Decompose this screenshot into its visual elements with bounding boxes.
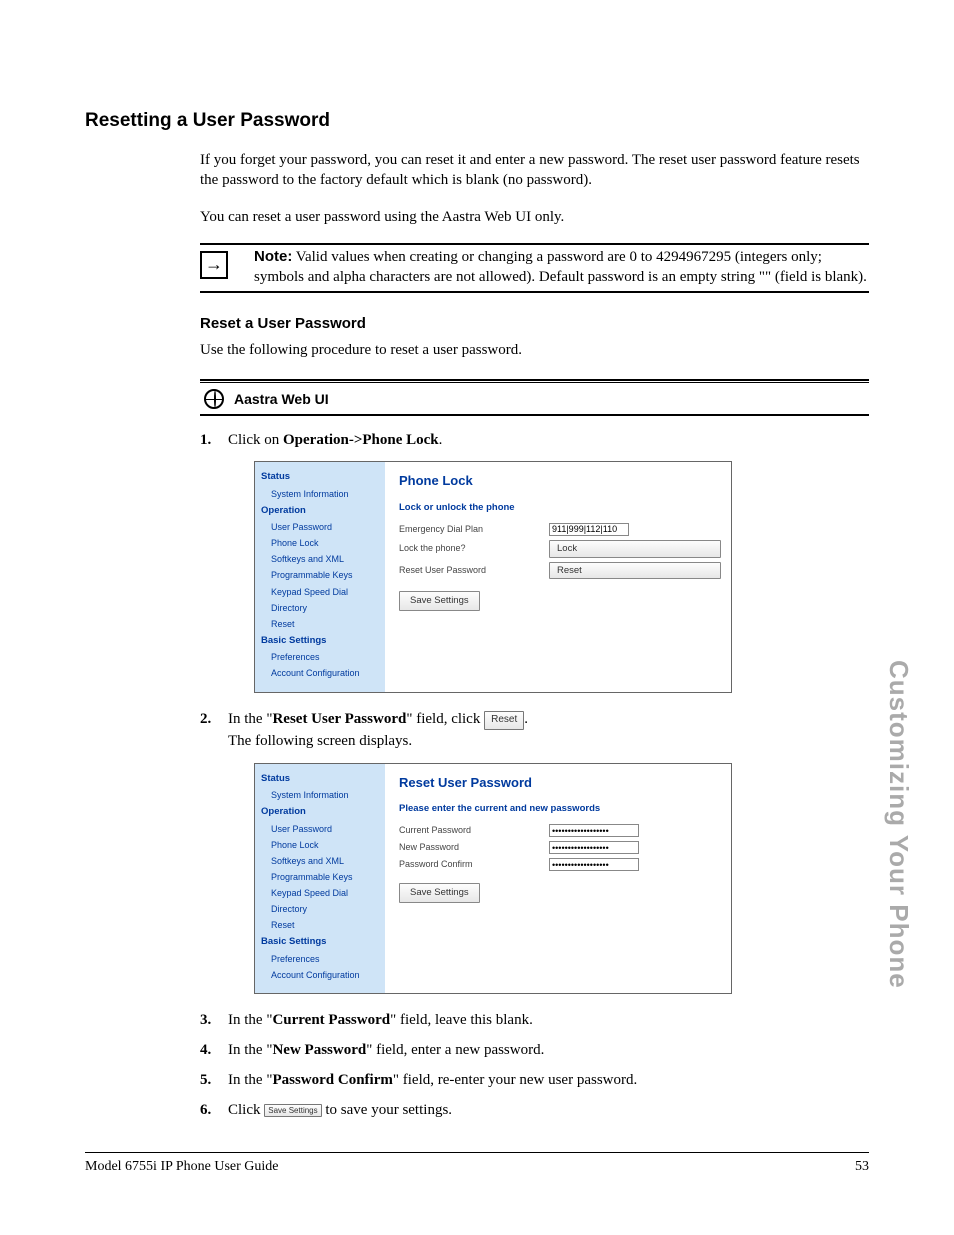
screenshot-phone-lock: Status System Information Operation User… [254,461,732,693]
screenshot-nav: Status System Information Operation User… [255,462,385,692]
step-3: In the "Current Password" field, leave t… [200,1010,869,1032]
step-text: . [524,711,528,727]
nav-account-configuration[interactable]: Account Configuration [261,666,381,682]
intro-paragraph-2: You can reset a user password using the … [200,207,869,227]
nav-user-password[interactable]: User Password [261,520,381,536]
step-1: Click on Operation->Phone Lock. Status S… [200,430,869,694]
section-bar-label: Aastra Web UI [234,391,329,407]
note-rule-top [200,243,869,245]
note-block: → Note: Valid values when creating or ch… [200,247,869,288]
nav-operation-header[interactable]: Operation [261,502,381,520]
section-bar: Aastra Web UI [200,379,869,416]
current-password-input[interactable] [549,824,639,837]
panel-title: Phone Lock [399,472,721,491]
save-settings-button[interactable]: Save Settings [399,591,480,611]
step-text: . [439,432,443,448]
nav-basic-settings-header[interactable]: Basic Settings [261,632,381,650]
body-content: If you forget your password, you can res… [200,150,869,1121]
emergency-dial-plan-label: Emergency Dial Plan [399,523,549,536]
page-footer: Model 6755i IP Phone User Guide 53 [85,1152,869,1175]
nav-phone-lock[interactable]: Phone Lock [261,837,381,853]
screenshot-reset-password: Status System Information Operation User… [254,763,732,995]
footer-page-number: 53 [855,1159,869,1175]
screenshot-nav: Status System Information Operation User… [255,764,385,994]
step-bold: Reset User Password [272,711,406,727]
lock-button[interactable]: Lock [549,540,721,558]
inline-reset-button[interactable]: Reset [484,711,524,730]
nav-operation-header[interactable]: Operation [261,803,381,821]
nav-reset[interactable]: Reset [261,616,381,632]
nav-preferences[interactable]: Preferences [261,650,381,666]
side-tab-label: Customizing Your Phone [883,660,914,989]
nav-directory[interactable]: Directory [261,901,381,917]
arrow-right-icon: → [200,251,228,279]
step-5: In the "Password Confirm" field, re-ente… [200,1070,869,1092]
new-password-label: New Password [399,841,549,854]
password-confirm-label: Password Confirm [399,858,549,871]
step-text: " field, leave this blank. [390,1012,533,1028]
footer-guide-title: Model 6755i IP Phone User Guide [85,1159,279,1175]
note-text: Note: Valid values when creating or chan… [254,247,869,288]
panel-subtitle: Please enter the current and new passwor… [399,802,721,816]
step-text: In the " [228,1072,272,1088]
step-4: In the "New Password" field, enter a new… [200,1040,869,1062]
step-bold: Current Password [272,1012,390,1028]
globe-icon [204,389,224,409]
current-password-label: Current Password [399,824,549,837]
nav-keypad-speed-dial[interactable]: Keypad Speed Dial [261,885,381,901]
step-text: In the " [228,1042,272,1058]
nav-account-configuration[interactable]: Account Configuration [261,967,381,983]
step-2: In the "Reset User Password" field, clic… [200,709,869,994]
note-rule-bottom [200,291,869,293]
subheading: Reset a User Password [200,315,869,332]
lock-phone-label: Lock the phone? [399,542,549,555]
page-heading: Resetting a User Password [85,110,869,132]
step-text: " field, re-enter your new user password… [393,1072,637,1088]
emergency-dial-plan-input[interactable] [549,523,629,536]
screenshot-main: Phone Lock Lock or unlock the phone Emer… [385,462,731,692]
note-label: Note: [254,248,292,265]
step-text: In the " [228,1012,272,1028]
step-text: The following screen displays. [228,733,412,749]
reset-button[interactable]: Reset [549,562,721,580]
subheading-paragraph: Use the following procedure to reset a u… [200,340,869,360]
nav-basic-settings-header[interactable]: Basic Settings [261,933,381,951]
step-text: In the " [228,711,272,727]
nav-programmable-keys[interactable]: Programmable Keys [261,568,381,584]
intro-paragraph-1: If you forget your password, you can res… [200,150,869,191]
inline-save-settings-button[interactable]: Save Settings [264,1104,321,1118]
nav-preferences[interactable]: Preferences [261,951,381,967]
note-body: Valid values when creating or changing a… [254,249,867,285]
nav-softkeys-xml[interactable]: Softkeys and XML [261,853,381,869]
save-settings-button[interactable]: Save Settings [399,883,480,903]
nav-status-header[interactable]: Status [261,770,381,788]
panel-title: Reset User Password [399,774,721,793]
step-bold: New Password [272,1042,366,1058]
nav-system-information[interactable]: System Information [261,486,381,502]
nav-programmable-keys[interactable]: Programmable Keys [261,869,381,885]
nav-user-password[interactable]: User Password [261,821,381,837]
step-text: Click [228,1102,264,1118]
step-6: Click Save Settings to save your setting… [200,1100,869,1122]
reset-user-password-label: Reset User Password [399,564,549,577]
nav-keypad-speed-dial[interactable]: Keypad Speed Dial [261,584,381,600]
nav-directory[interactable]: Directory [261,600,381,616]
new-password-input[interactable] [549,841,639,854]
nav-phone-lock[interactable]: Phone Lock [261,536,381,552]
document-page: Customizing Your Phone Resetting a User … [0,0,954,1235]
nav-status-header[interactable]: Status [261,468,381,486]
step-text: to save your settings. [322,1102,452,1118]
steps-list: Click on Operation->Phone Lock. Status S… [200,430,869,1122]
nav-softkeys-xml[interactable]: Softkeys and XML [261,552,381,568]
nav-reset[interactable]: Reset [261,917,381,933]
step-text: " field, click [406,711,484,727]
password-confirm-input[interactable] [549,858,639,871]
step-bold: Operation->Phone Lock [283,432,439,448]
step-bold: Password Confirm [272,1072,392,1088]
panel-subtitle: Lock or unlock the phone [399,501,721,515]
step-text: " field, enter a new password. [366,1042,544,1058]
nav-system-information[interactable]: System Information [261,787,381,803]
step-text: Click on [228,432,283,448]
screenshot-main: Reset User Password Please enter the cur… [385,764,731,994]
